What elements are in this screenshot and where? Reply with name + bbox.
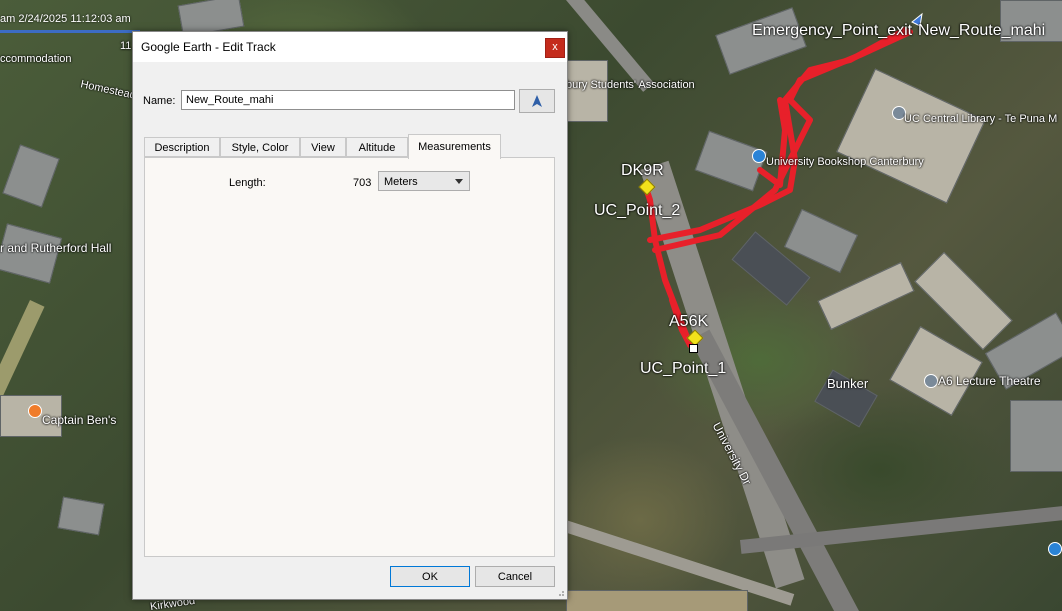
length-value: 703 [353,177,372,189]
placemark-label-a56k[interactable]: A56K [669,313,708,331]
map-label-rutherford: r and Rutherford Hall [0,241,112,255]
tab-view[interactable]: View [300,137,346,157]
map-label-lecture-theatre: A6 Lecture Theatre [938,374,1041,388]
cancel-button[interactable]: Cancel [475,566,555,587]
tab-description[interactable]: Description [144,137,220,157]
placemark-icon-button[interactable] [519,89,555,113]
tab-style-color[interactable]: Style, Color [220,137,300,157]
resize-grip-icon[interactable] [557,589,565,597]
map-label-accommodation: ccommodation [0,53,72,65]
placemark-label-dk9r[interactable]: DK9R [621,162,664,180]
time-slider-track[interactable] [0,30,140,33]
restaurant-poi-icon[interactable] [28,404,42,418]
location-poi-icon[interactable] [1048,542,1062,556]
placemark-label-uc-point-2[interactable]: UC_Point_2 [594,202,680,220]
lecture-poi-icon[interactable] [924,374,938,388]
length-label: Length: [229,177,266,189]
ok-button[interactable]: OK [390,566,470,587]
bookshop-poi-icon[interactable] [752,149,766,163]
map-label-library: UC Central Library - Te Puna M [904,113,1058,125]
edit-track-dialog: Google Earth - Edit Track x Name: Descri… [132,31,568,600]
map-label-students-association: bury Students' Association [566,79,695,91]
name-label: Name: [143,95,176,107]
tab-measurements[interactable]: Measurements [408,134,501,159]
tab-altitude[interactable]: Altitude [346,137,408,157]
map-label-captain-bens: Captain Ben's [42,413,117,427]
navigation-arrow-icon [532,95,542,107]
unit-select[interactable]: Meters [378,171,470,191]
placemark-label-emergency[interactable]: Emergency_Point_exit [752,22,912,40]
timestamp-text: am 2/24/2025 11:12:03 am [0,13,131,25]
dialog-titlebar[interactable]: Google Earth - Edit Track x [133,32,567,62]
map-label-bunker: Bunker [827,376,869,391]
measurements-panel: Length: 703 Meters [144,157,555,557]
map-label-bookshop: University Bookshop Canterbury [766,156,924,168]
scale-indicator-text: 11 [120,40,132,52]
close-button[interactable]: x [545,38,565,58]
placemark-label-new-route[interactable]: New_Route_mahi [918,22,1045,40]
name-input[interactable] [181,90,515,110]
chevron-down-icon [455,179,463,184]
timestamp-bar: am 2/24/2025 11:12:03 am [0,10,150,33]
dialog-title: Google Earth - Edit Track [141,40,276,54]
unit-select-value: Meters [384,176,418,188]
uc-point-1-marker-icon[interactable] [689,344,698,353]
placemark-label-uc-point-1[interactable]: UC_Point_1 [640,360,726,378]
new-route-mahi-track[interactable] [642,27,913,348]
